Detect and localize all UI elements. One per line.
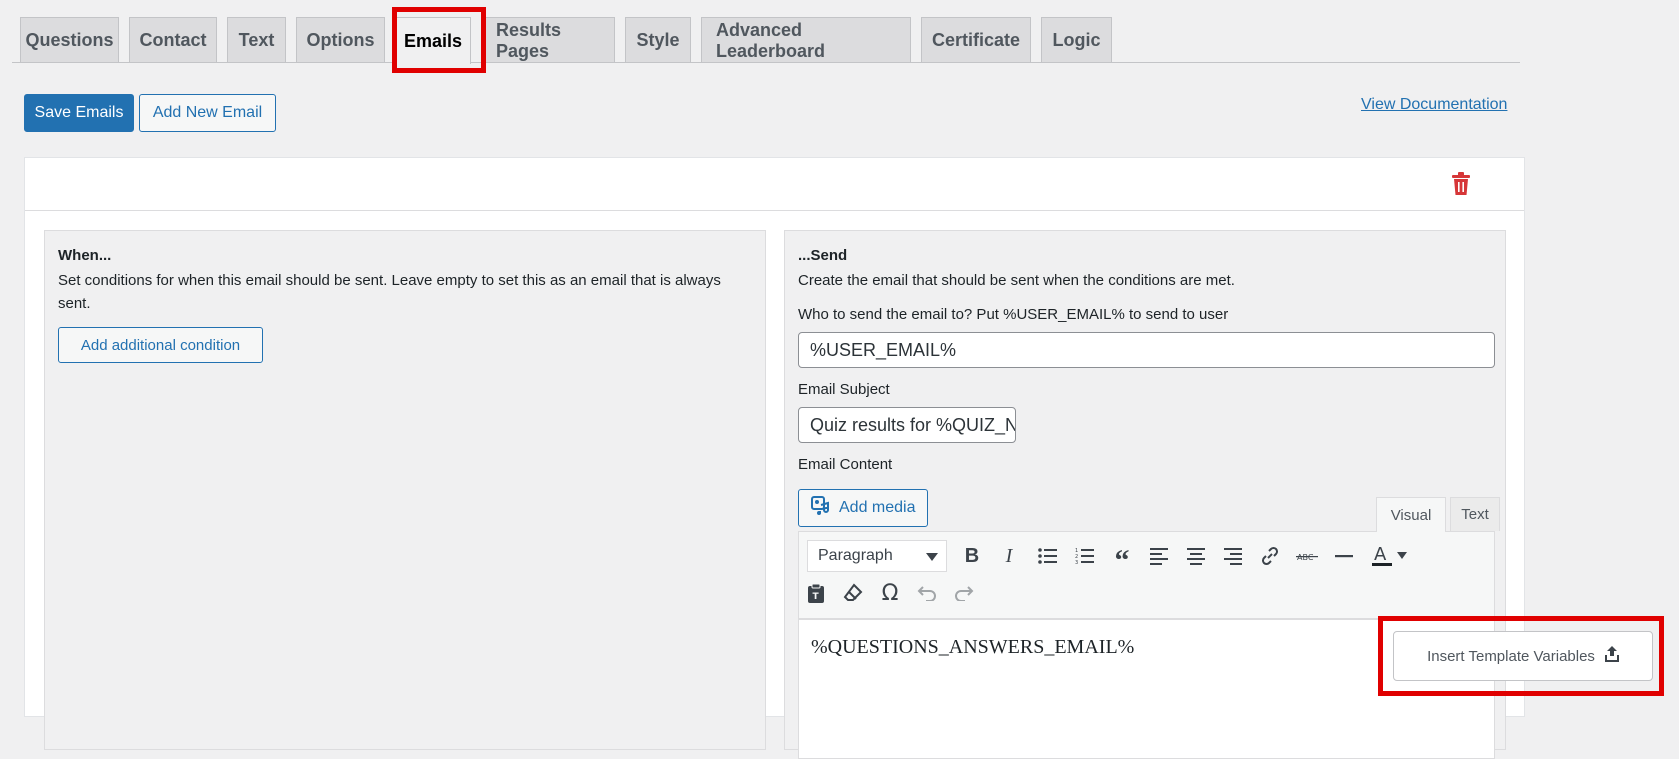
tab-results-pages[interactable]: Results Pages [481,17,615,63]
editor-toolbar: Paragraph B I 123 “ ABC A T Ω [798,531,1495,619]
link-icon[interactable] [1255,541,1285,571]
svg-text:3: 3 [1075,560,1078,565]
when-panel: When... Set conditions for when this ema… [44,230,766,750]
tab-text[interactable]: Text [227,17,286,63]
align-center-icon[interactable] [1181,541,1211,571]
chevron-down-icon [926,553,938,561]
blockquote-icon[interactable]: “ [1107,541,1137,577]
insert-template-variables-button[interactable]: Insert Template Variables [1393,631,1653,681]
tab-certificate[interactable]: Certificate [921,17,1031,63]
save-emails-button[interactable]: Save Emails [24,94,134,132]
tab-logic[interactable]: Logic [1041,17,1112,63]
tab-questions[interactable]: Questions [20,17,119,63]
tab-style[interactable]: Style [625,17,691,63]
when-description: Set conditions for when this email shoul… [58,272,721,312]
upload-icon [1604,646,1619,666]
subject-input[interactable]: Quiz results for %QUIZ_NAME% [798,407,1016,443]
email-content-editor[interactable]: %QUESTIONS_ANSWERS_EMAIL% [798,619,1495,759]
email-content-text: %QUESTIONS_ANSWERS_EMAIL% [811,636,1135,658]
tab-contact[interactable]: Contact [129,17,217,63]
tab-advanced-leaderboard[interactable]: Advanced Leaderboard [701,17,911,63]
text-color-dropdown-icon[interactable] [1392,541,1412,571]
tab-text-editor[interactable]: Text [1450,497,1500,531]
bold-icon[interactable]: B [957,541,987,571]
subject-label: Email Subject [798,381,890,398]
recipient-input[interactable]: %USER_EMAIL% [798,332,1495,368]
tabs-divider [12,62,1520,63]
italic-icon[interactable]: I [994,541,1024,571]
strikethrough-icon[interactable]: ABC [1292,541,1322,571]
content-label: Email Content [798,456,893,473]
format-select[interactable]: Paragraph [807,540,947,572]
send-title: ...Send [798,247,848,264]
special-character-icon[interactable]: Ω [875,578,905,608]
svg-text:A: A [1374,544,1387,565]
bullet-list-icon[interactable] [1033,541,1063,571]
add-media-button[interactable]: Add media [798,489,928,527]
tab-options[interactable]: Options [296,17,385,63]
align-left-icon[interactable] [1144,541,1174,571]
recipient-label: Who to send the email to? Put %USER_EMAI… [798,306,1229,323]
view-documentation-link[interactable]: View Documentation [1361,96,1507,114]
email-card: When... Set conditions for when this ema… [24,157,1525,759]
tab-visual[interactable]: Visual [1376,497,1446,532]
svg-text:ABC: ABC [1297,553,1314,562]
add-condition-button[interactable]: Add additional condition [58,327,263,363]
tab-emails[interactable]: Emails [395,17,471,64]
clear-formatting-icon[interactable] [838,578,868,608]
align-right-icon[interactable] [1218,541,1248,571]
undo-icon[interactable] [912,578,942,608]
horizontal-line-icon[interactable] [1329,541,1359,571]
redo-icon[interactable] [949,578,979,608]
card-header-divider [25,210,1524,211]
numbered-list-icon[interactable]: 123 [1070,541,1100,571]
tab-bar: Questions Contact Text Options Emails Re… [20,17,1122,64]
send-description: Create the email that should be sent whe… [798,272,1235,289]
add-new-email-button[interactable]: Add New Email [139,94,276,132]
svg-text:T: T [813,592,820,602]
media-icon [811,495,831,521]
when-title: When... [58,247,112,264]
trash-icon[interactable] [1450,172,1472,196]
paste-text-icon[interactable]: T [801,578,831,608]
